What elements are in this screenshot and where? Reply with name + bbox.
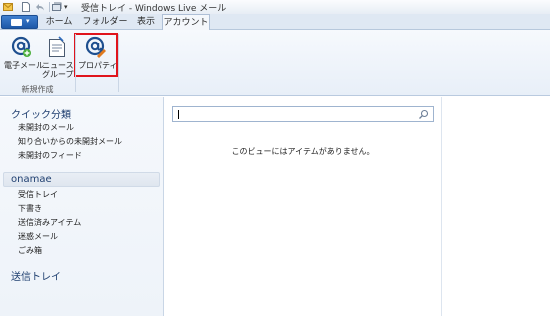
- send-receive-icon[interactable]: [52, 2, 62, 12]
- new-newsgroup-account-label: ニュース グループ: [42, 61, 74, 79]
- folder-pane: クイック分類 未開封のメール 知り合いからの未開封メール 未開封のフィード on…: [0, 97, 164, 316]
- chevron-down-icon: ▾: [26, 17, 30, 25]
- tab-account[interactable]: アカウント: [162, 14, 210, 31]
- ribbon-group-separator: [75, 34, 76, 92]
- empty-view-message: このビューにはアイテムがありません。: [231, 147, 375, 156]
- nav-item-drafts[interactable]: 下書き: [18, 203, 42, 214]
- nav-item-unread-feeds[interactable]: 未開封のフィード: [18, 150, 82, 161]
- app-icon: [3, 3, 13, 11]
- account-header[interactable]: onamae: [3, 172, 160, 187]
- app-menu-button[interactable]: ▾: [1, 15, 38, 29]
- window-title: 受信トレイ - Windows Live メール: [81, 4, 227, 14]
- quick-views-header[interactable]: クイック分類: [11, 106, 71, 121]
- new-group-label: 新規作成: [21, 85, 54, 94]
- properties-highlight-box: [74, 33, 118, 77]
- new-document-icon[interactable]: [21, 2, 31, 12]
- ribbon-panel: 電子メール ニュース グループ プロパティ 新規作成: [0, 30, 550, 96]
- nav-item-inbox[interactable]: 受信トレイ: [18, 189, 58, 200]
- ribbon-group-separator: [118, 34, 119, 92]
- quick-access-dropdown-icon[interactable]: ▾: [64, 3, 68, 11]
- nav-item-junk-mail[interactable]: 迷惑メール: [18, 231, 58, 242]
- nav-item-unread-from-contacts[interactable]: 知り合いからの未開封メール: [18, 136, 122, 147]
- reading-pane-divider[interactable]: [441, 97, 442, 316]
- email-account-icon: [11, 36, 31, 57]
- nav-item-deleted-items[interactable]: ごみ箱: [18, 245, 42, 256]
- newsgroup-icon: [49, 36, 65, 57]
- tab-view[interactable]: 表示: [132, 14, 160, 30]
- ribbon-tab-row: ▾ ホーム フォルダー 表示 アカウント: [0, 14, 550, 31]
- nav-item-unread-mail[interactable]: 未開封のメール: [18, 122, 74, 133]
- text-caret: [178, 110, 179, 119]
- reply-icon[interactable]: [35, 2, 45, 12]
- title-bar: ▾ 受信トレイ - Windows Live メール: [0, 0, 550, 14]
- nav-item-outbox[interactable]: 送信トレイ: [11, 268, 61, 283]
- new-email-account-button[interactable]: 電子メール: [4, 34, 44, 78]
- quick-access-separator: [49, 2, 50, 12]
- tab-home[interactable]: ホーム: [40, 14, 78, 30]
- account-name: onamae: [11, 174, 52, 185]
- search-icon[interactable]: [418, 109, 429, 120]
- tab-folder[interactable]: フォルダー: [80, 14, 130, 30]
- nav-item-sent-items[interactable]: 送信済みアイテム: [18, 217, 81, 228]
- menu-icon: [11, 19, 22, 26]
- new-email-account-label: 電子メール: [4, 61, 44, 70]
- new-newsgroup-account-button[interactable]: ニュース グループ: [42, 34, 74, 79]
- search-input[interactable]: [172, 106, 434, 122]
